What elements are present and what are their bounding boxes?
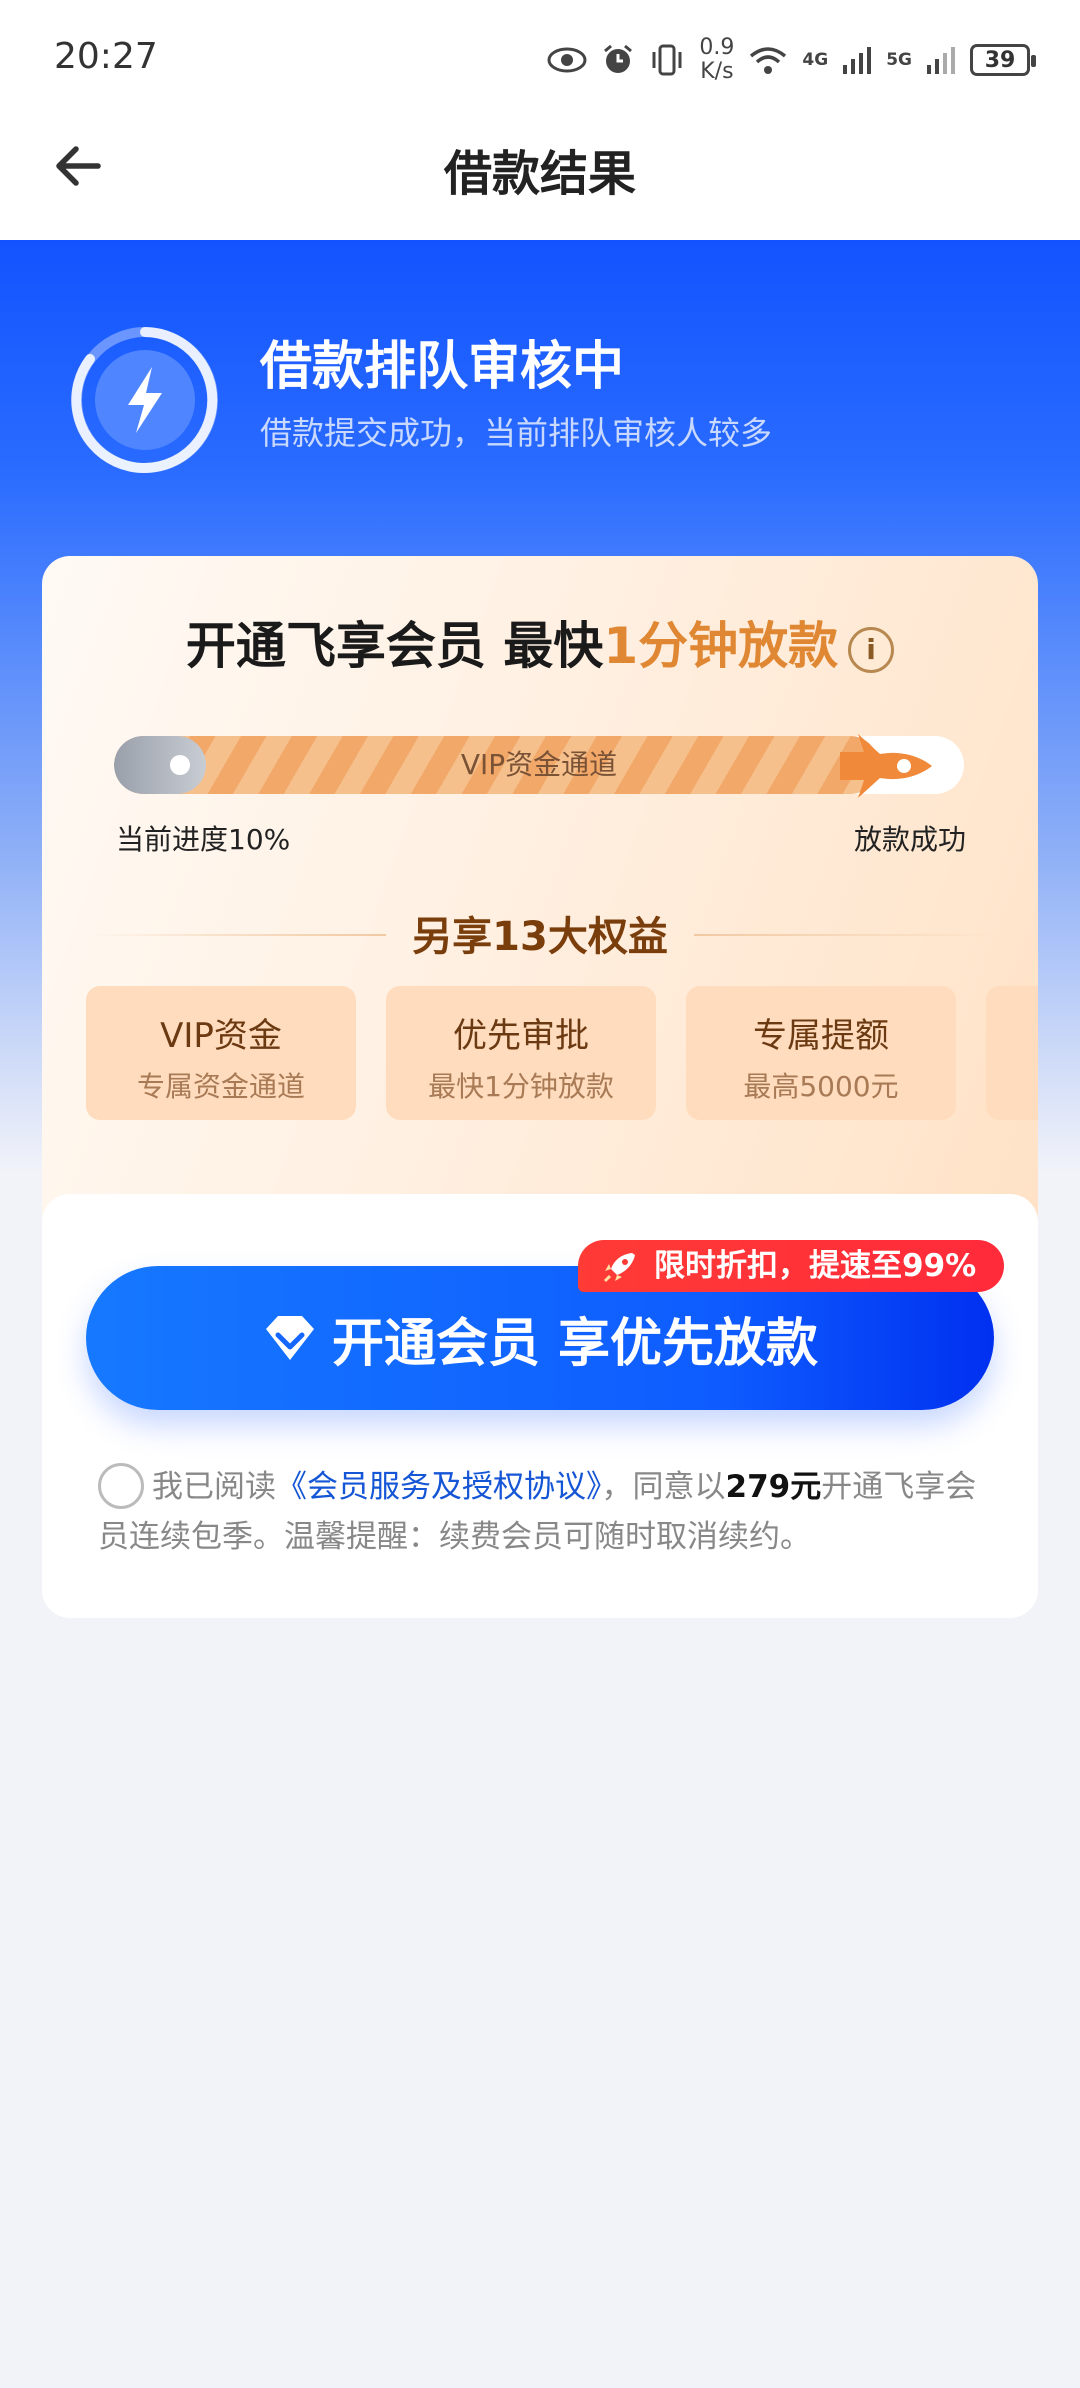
benefit-item: VIP资金专属资金通道 [86, 986, 356, 1120]
promo-title-highlight: 1分钟放款 [603, 617, 839, 675]
promo-title-text: 开通飞享会员 最快 [185, 617, 604, 675]
benefit-name: 专属提额 [753, 1016, 889, 1056]
benefits-list: VIP资金专属资金通道 优先审批最快1分钟放款 专属提额最高5000元 [86, 986, 1038, 1120]
signal-icon [843, 47, 872, 74]
app-header: 借款结果 [0, 118, 1080, 240]
cta-card: 开通会员 享优先放款 限时折扣，提速至99% 我已阅读《会员服务及授权协议》，同… [42, 1194, 1038, 1618]
benefit-desc: 最快1分钟放款 [428, 1070, 614, 1103]
page-title: 借款结果 [443, 146, 636, 202]
net-type-2: 5G [886, 50, 912, 70]
benefits-heading-num: 13 [492, 914, 548, 960]
signal-icon-2 [927, 47, 955, 74]
agreement-radio[interactable] [98, 1462, 144, 1509]
agreement-price: 279元 [725, 1469, 822, 1505]
battery-indicator: 39 [970, 44, 1036, 76]
open-membership-label: 开通会员 享优先放款 [331, 1313, 819, 1374]
status-bar: 20:27 0.9 K/s 4G 5G 39 [0, 0, 1080, 118]
benefit-desc: 专属资金通道 [136, 1070, 305, 1103]
status-time: 20:27 [54, 36, 158, 77]
vibrate-icon [652, 44, 682, 76]
membership-promo-card: 开通飞享会员 最快1分钟放款 i VIP资金通道 当前进度10% 放款成功 另享1… [42, 556, 1038, 1256]
agreement-text: 我已阅读《会员服务及授权协议》，同意以279元开通飞享会员连续包季。温馨提醒：续… [98, 1462, 978, 1562]
discount-badge-label: 限时折扣，提速至99% [654, 1248, 977, 1284]
eye-icon [547, 47, 587, 73]
promo-title: 开通飞享会员 最快1分钟放款 i [42, 606, 1038, 678]
speed-value: 0.9 [699, 35, 735, 60]
benefit-item: 专属提额最高5000元 [686, 986, 956, 1120]
benefit-name: 优先审批 [453, 1016, 589, 1056]
benefit-item-partial [986, 986, 1038, 1120]
speed-unit: K/s [700, 59, 734, 84]
rocket-icon [840, 734, 932, 798]
benefit-item: 优先审批最快1分钟放款 [386, 986, 656, 1120]
benefit-name: VIP资金 [160, 1016, 282, 1056]
rocket-icon [603, 1253, 635, 1283]
agreement-mid: ，同意以 [601, 1469, 726, 1505]
hero-subtitle: 借款提交成功，当前排队审核人较多 [260, 414, 773, 452]
discount-badge: 限时折扣，提速至99% [578, 1240, 1005, 1292]
net-speed: 0.9 K/s [699, 36, 734, 84]
diamond-icon [265, 1316, 314, 1360]
agreement-link[interactable]: 《会员服务及授权协议》 [276, 1469, 602, 1505]
hero-title: 借款排队审核中 [260, 337, 625, 397]
progress-label: 当前进度10% [116, 823, 291, 856]
alarm-icon [604, 44, 633, 73]
wifi-icon [750, 47, 787, 74]
benefits-heading-post: 大权益 [547, 914, 668, 960]
progress-end-label: 放款成功 [853, 823, 966, 856]
net-type-1: 4G [802, 50, 829, 70]
agreement-pre: 我已阅读 [152, 1469, 276, 1505]
info-icon[interactable]: i [848, 626, 895, 673]
lightning-icon [71, 327, 218, 473]
benefit-desc: 最高5000元 [743, 1070, 899, 1103]
benefits-heading: 另享13大权益 [42, 904, 1038, 962]
benefits-heading-pre: 另享 [412, 914, 493, 960]
status-icons: 0.9 K/s 4G 5G 39 [547, 30, 1036, 90]
